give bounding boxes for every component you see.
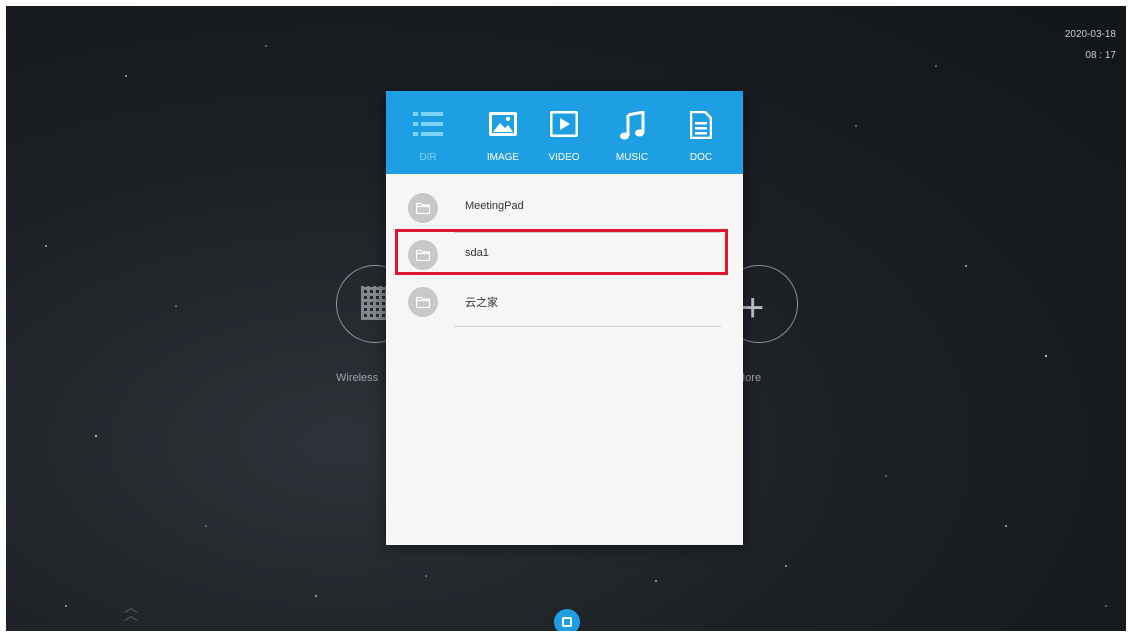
- folder-icon: [416, 296, 430, 308]
- item-name: MeetingPad: [465, 200, 524, 212]
- status-clock: 2020-03-18 08 : 17: [1065, 24, 1116, 66]
- tab-doc[interactable]: DOC: [673, 91, 729, 174]
- divider: [454, 326, 721, 327]
- document-icon: [690, 111, 712, 139]
- divider: [454, 232, 721, 233]
- date-text: 2020-03-18: [1064, 29, 1116, 40]
- tab-dir-label: DIR: [419, 152, 437, 163]
- folder-avatar: [408, 193, 438, 223]
- tab-music-label: MUSIC: [615, 152, 649, 163]
- item-name: 云之家: [465, 297, 498, 309]
- category-tabbar: DIR IMAGE VIDEO MUSIC DOC: [386, 91, 743, 174]
- tab-dir[interactable]: DIR: [400, 91, 456, 174]
- chevron-up-icon[interactable]: ︿ ︿: [124, 600, 138, 622]
- tab-image[interactable]: IMAGE: [475, 91, 531, 174]
- tab-doc-label: DOC: [689, 152, 713, 163]
- file-browser-dialog: DIR IMAGE VIDEO MUSIC DOC MeetingPad sda…: [386, 91, 743, 545]
- time-text: 08 : 17: [1085, 50, 1116, 61]
- play-icon: [550, 111, 578, 137]
- folder-avatar: [408, 240, 438, 270]
- list-item-meetingpad[interactable]: MeetingPad: [386, 187, 743, 233]
- home-button[interactable]: [554, 609, 580, 631]
- image-icon: [489, 112, 517, 136]
- square-icon: [562, 617, 572, 627]
- list-item-yunzhijia[interactable]: 云之家: [386, 281, 743, 327]
- tab-video[interactable]: VIDEO: [536, 91, 592, 174]
- folder-icon: [416, 249, 430, 261]
- folder-avatar: [408, 287, 438, 317]
- list-item-sda1[interactable]: sda1: [386, 234, 743, 280]
- tab-image-label: IMAGE: [486, 152, 520, 163]
- music-note-icon: [620, 111, 645, 140]
- plus-icon: +: [741, 286, 765, 330]
- wireless-label: Wireless: [336, 372, 379, 384]
- list-icon: [413, 112, 443, 136]
- tab-music[interactable]: MUSIC: [604, 91, 660, 174]
- item-name: sda1: [465, 247, 489, 259]
- tab-video-label: VIDEO: [548, 152, 580, 163]
- folder-icon: [416, 202, 430, 214]
